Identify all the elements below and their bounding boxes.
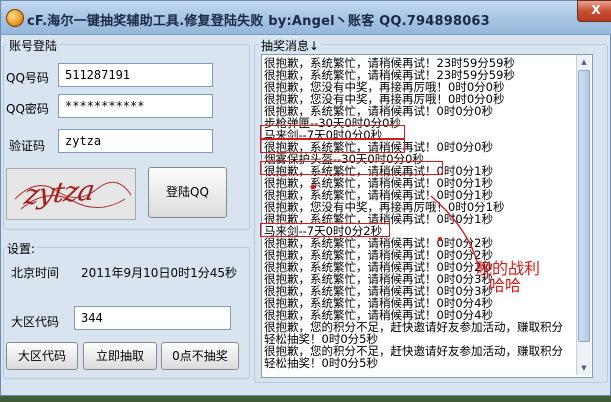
scroll-thumb[interactable]	[578, 70, 590, 342]
login-qq-button[interactable]: 登陆QQ	[148, 167, 227, 218]
password-input[interactable]: ***********	[58, 94, 213, 118]
log-scrollbar[interactable]: ▲ ▼	[576, 55, 591, 375]
window-title: cF.海尔一键抽奖辅助工具.修复登陆失败 by:Angel丶账客 QQ.7948…	[27, 14, 490, 29]
desktop-taskbar	[0, 396, 611, 402]
highlight-box	[260, 125, 405, 139]
settings-group-title: 设置:	[5, 240, 38, 257]
beijing-time-label: 北京时间	[11, 266, 60, 280]
highlight-box	[260, 223, 390, 237]
log-line: 轻松抽奖！0时0分5秒	[264, 356, 378, 370]
scroll-down-arrow-icon[interactable]: ▼	[577, 361, 591, 375]
region-code-input[interactable]: 344	[74, 306, 231, 330]
region-code-label: 大区代码	[11, 315, 60, 329]
captcha-image[interactable]: zytza	[6, 168, 136, 220]
draw-now-button[interactable]: 立即抽取	[83, 342, 157, 370]
captcha-text: zytza	[22, 173, 97, 212]
qq-label: QQ号码	[6, 71, 49, 85]
beijing-time-value: 2011年9月10日0时1分45秒	[81, 266, 237, 280]
title-bar[interactable]: cF.海尔一键抽奖辅助工具.修复登陆失败 by:Angel丶账客 QQ.7948…	[1, 0, 611, 35]
close-button[interactable]: X	[577, 0, 611, 22]
qq-number-input[interactable]: 511287191	[58, 63, 213, 87]
no-draw-at-midnight-button[interactable]: 0点不抽奖	[161, 342, 239, 370]
captcha-label: 验证码	[9, 139, 46, 153]
app-icon	[6, 9, 24, 27]
captcha-input[interactable]: zytza	[58, 129, 213, 153]
annotation-text-line2: 哈哈	[489, 276, 522, 295]
scroll-up-arrow-icon[interactable]: ▲	[577, 55, 591, 69]
login-group-title: 账号登陆	[7, 37, 60, 54]
log-group-title: 抽奖消息↓	[259, 37, 322, 54]
main-window: cF.海尔一键抽奖辅助工具.修复登陆失败 by:Angel丶账客 QQ.7948…	[0, 0, 611, 396]
highlight-box	[260, 161, 443, 175]
log-list[interactable]: 很抱歉，系统繁忙，请稍候再试！23时59分59秒 很抱歉，系统繁忙，请稍候再试！…	[261, 54, 593, 378]
password-label: QQ密码	[6, 102, 49, 116]
highlight-box	[260, 139, 405, 153]
region-code-button[interactable]: 大区代码	[6, 342, 78, 370]
